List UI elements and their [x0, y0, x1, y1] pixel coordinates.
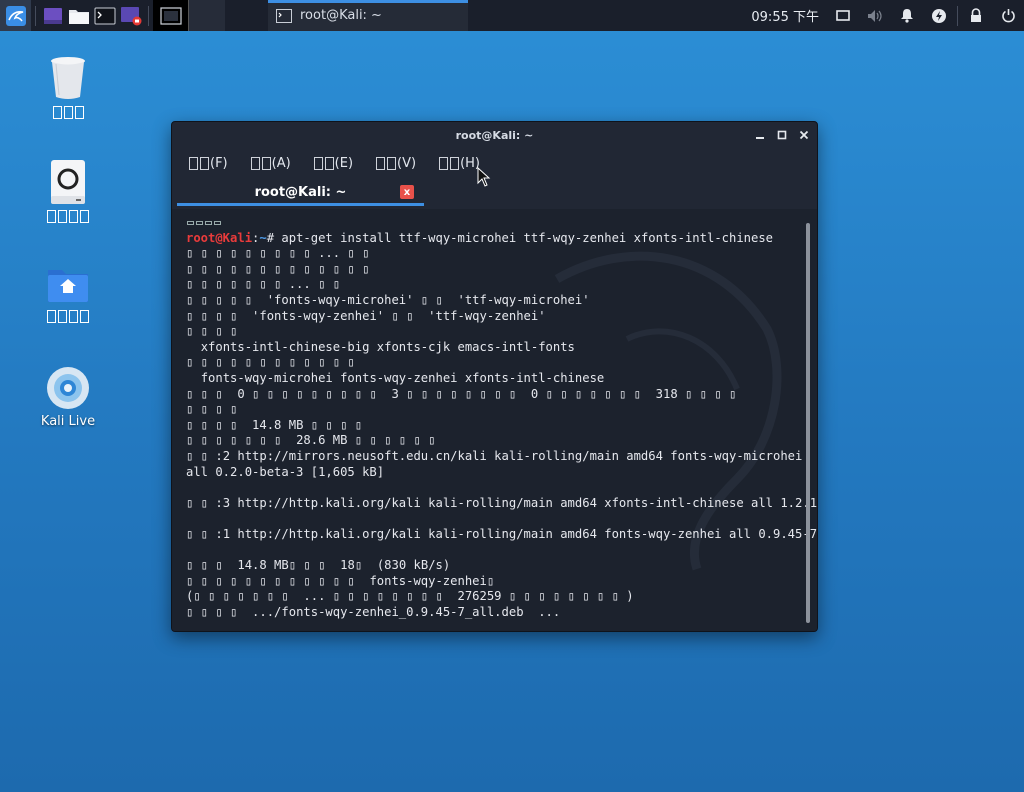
volume-button[interactable]	[859, 0, 891, 31]
term-line: ▯ ▯ ▯ ▯	[186, 402, 238, 417]
kali-menu-button[interactable]	[0, 0, 31, 31]
notifications-icon	[901, 9, 913, 23]
term-line: ▯ ▯ :1 http://http.kali.org/kali kali-ro…	[186, 526, 817, 541]
term-line: xfonts-intl-chinese-big xfonts-cjk emacs…	[200, 339, 575, 354]
term-line	[186, 480, 817, 496]
term-line	[186, 215, 817, 231]
tray-separator	[957, 5, 958, 26]
screen-recorder-icon	[121, 6, 142, 25]
maximize-icon[interactable]	[777, 130, 787, 140]
term-line: ▯ ▯ ▯ 0 ▯ ▯ ▯ ▯ ▯ ▯ ▯ ▯ ▯ 3 ▯ ▯ ▯ ▯ ▯ ▯ …	[186, 386, 737, 401]
volume-icon	[868, 9, 882, 22]
term-line	[186, 542, 817, 558]
tab-root-kali[interactable]: root@Kali: ~	[177, 178, 424, 206]
term-line: ▯ ▯ ▯ 14.8 MB▯ ▯ ▯ 18▯ (830 kB/s)	[186, 558, 451, 573]
desktop-icon-label	[46, 309, 90, 324]
terminal-scrollbar[interactable]	[806, 223, 810, 623]
file-manager-button[interactable]	[66, 0, 92, 31]
desktop-icon-file-system[interactable]	[23, 159, 113, 224]
term-line: ▯ ▯ ▯ ▯ 14.8 MB ▯ ▯ ▯ ▯	[186, 417, 363, 432]
term-line: ▯ ▯ :2 http://mirrors.neusoft.edu.cn/kal…	[186, 448, 803, 479]
terminal-launcher-button[interactable]	[92, 0, 118, 31]
tab-close-button[interactable]: x	[400, 185, 414, 199]
display-button[interactable]	[827, 0, 859, 31]
close-icon[interactable]	[799, 130, 809, 140]
trash-icon	[51, 57, 85, 99]
workspace-2[interactable]	[189, 0, 225, 31]
show-desktop-icon	[44, 7, 62, 24]
taskbar-terminal-task[interactable]: root@Kali: ~	[268, 0, 468, 31]
task-label: root@Kali: ~	[300, 8, 382, 23]
term-line: (▯ ▯ ▯ ▯ ▯ ▯ ▯ ... ▯ ▯ ▯ ▯ ▯ ▯ ▯ ▯ 27625…	[186, 589, 634, 604]
window-title: root@Kali: ~	[455, 128, 534, 142]
window-controls	[755, 122, 809, 148]
desktop-icon-kali-live[interactable]: Kali Live	[23, 366, 113, 429]
prompt-line: root@Kali:~# apt-get install ttf-wqy-mic…	[186, 230, 774, 245]
panel-separator	[35, 5, 36, 26]
term-line: ▯ ▯ ▯ ▯ ▯ ▯ ▯ ▯ ▯ ▯ ▯ ▯	[186, 355, 355, 370]
term-line: ▯ ▯ ▯ ▯ ▯ 'fonts-wqy-microhei' ▯ ▯ 'ttf-…	[186, 292, 590, 307]
menu-file[interactable]: (F)	[188, 156, 228, 171]
prompt-path: ~	[259, 230, 267, 245]
screen-recorder-button[interactable]	[118, 0, 144, 31]
minimize-icon[interactable]	[755, 130, 765, 140]
kali-dragon-icon	[5, 5, 26, 26]
term-line: ▯ ▯ ▯ ▯ ▯ ▯ ▯ 28.6 MB ▯ ▯ ▯ ▯ ▯ ▯	[186, 433, 436, 448]
term-line: ▯ ▯ ▯ ▯ .../fonts-wqy-zenhei_0.9.45-7_al…	[186, 604, 561, 619]
menu-bar: (F) (A) (E) (V) (H)	[172, 148, 817, 178]
term-line: ▯ ▯ ▯ ▯ 'fonts-wqy-zenhei' ▯ ▯ 'ttf-wqy-…	[186, 308, 546, 323]
show-desktop-button[interactable]	[40, 0, 66, 31]
lock-icon	[971, 8, 981, 22]
power-button[interactable]	[992, 0, 1024, 31]
lock-screen-button[interactable]	[960, 0, 992, 31]
top-panel: root@Kali: ~ 09:55 下午	[0, 0, 1024, 31]
mouse-pointer-icon	[477, 167, 491, 187]
power-icon	[1001, 9, 1015, 23]
window-titlebar[interactable]: root@Kali: ~	[172, 122, 817, 148]
clock[interactable]: 09:55 下午	[751, 6, 819, 25]
power-manager-icon	[932, 8, 946, 23]
term-line: ▯ ▯ ▯ ▯ ▯ ▯ ▯ ▯ ▯ ▯ ▯ ▯ ▯	[186, 261, 370, 276]
command-text: # apt-get install ttf-wqy-microhei ttf-w…	[266, 230, 774, 245]
tab-label: root@Kali: ~	[254, 184, 347, 200]
menu-view[interactable]: (V)	[375, 156, 416, 171]
term-line: ▯ ▯ :3 http://http.kali.org/kali kali-ro…	[186, 495, 817, 510]
menu-help[interactable]: (H)	[438, 156, 480, 171]
workspace-1[interactable]	[153, 0, 189, 31]
system-tray: 09:55 下午	[751, 0, 1024, 31]
panel-separator	[148, 5, 149, 26]
terminal-window: root@Kali: ~ (F) (A) (E) (V) (H) root@Ka…	[171, 121, 818, 632]
terminal-icon	[94, 7, 116, 24]
desktop-icon-home[interactable]	[23, 265, 113, 324]
desktop-icon-label	[52, 105, 85, 120]
terminal-icon	[276, 8, 292, 23]
file-manager-icon	[69, 9, 89, 24]
prompt-user: root@Kali	[186, 230, 253, 245]
terminal-lines: root@Kali:~# apt-get install ttf-wqy-mic…	[172, 209, 817, 620]
term-line: ▯ ▯ ▯ ▯ ▯ ▯ ▯ ▯ ▯ ▯ ▯ ▯ fonts-wqy-zenhei…	[186, 573, 495, 588]
display-icon	[836, 9, 850, 21]
power-manager-button[interactable]	[923, 0, 955, 31]
term-line: ▯ ▯ ▯ ▯	[186, 324, 238, 339]
menu-actions[interactable]: (A)	[250, 156, 291, 171]
notifications-button[interactable]	[891, 0, 923, 31]
desktop-icon-label: Kali Live	[40, 414, 96, 429]
term-line	[186, 511, 817, 527]
workspace-window-icon	[159, 6, 182, 25]
term-line: ▯ ▯ ▯ ▯ ▯ ▯ ▯ ▯ ▯ ... ▯ ▯	[186, 246, 370, 261]
drive-icon	[51, 160, 85, 204]
optical-disc-icon	[47, 367, 89, 409]
desktop-icon-trash[interactable]	[23, 55, 113, 120]
term-line: fonts-wqy-microhei fonts-wqy-zenhei xfon…	[200, 370, 605, 385]
terminal-output[interactable]: root@Kali:~# apt-get install ttf-wqy-mic…	[172, 209, 817, 631]
home-folder-icon	[48, 270, 88, 302]
tab-bar: root@Kali: ~ x	[172, 178, 817, 206]
menu-edit[interactable]: (E)	[313, 156, 353, 171]
desktop-icon-label	[46, 209, 90, 224]
term-line: ▯ ▯ ▯ ▯ ▯ ▯ ▯ ... ▯ ▯	[186, 277, 341, 292]
